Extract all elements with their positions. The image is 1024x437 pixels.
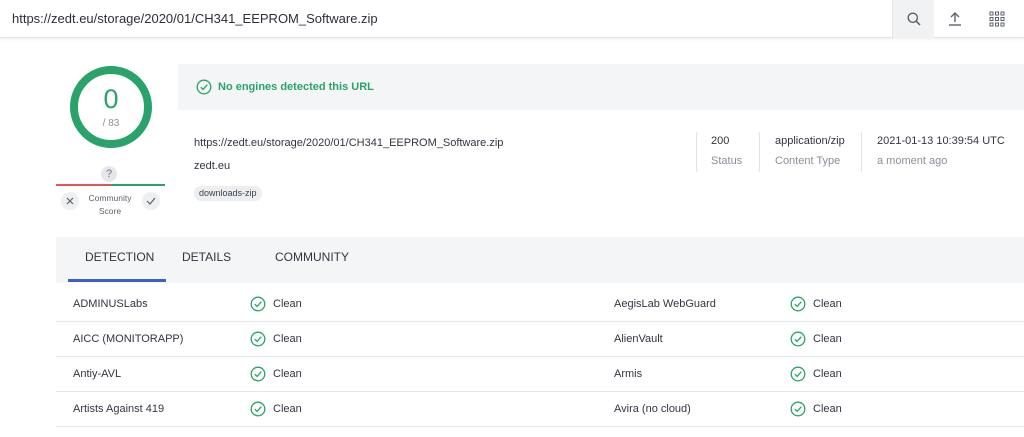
detection-summary-text: No engines detected this URL [218,81,374,93]
engine-name: AlienVault [614,333,663,345]
tag-badge[interactable]: downloads-zip [194,186,262,201]
close-icon [66,197,74,205]
meta-divider [759,132,760,172]
status-label: Status [711,155,743,167]
engine-name: Armis [614,368,643,380]
scan-date-value: 2021-01-13 10:39:54 UTC [877,135,1005,147]
content-type-value: application/zip [775,135,845,147]
upload-icon [949,12,961,26]
detection-score-panel: 0 / 83 ? Community Score [56,58,168,218]
meta-divider [696,132,697,172]
engine-result: Clean [273,368,302,380]
status-value: 200 [711,135,730,147]
check-circle-icon [790,366,806,382]
url-search-input[interactable]: https://zedt.eu/storage/2020/01/CH341_EE… [12,11,378,26]
community-negative-bar [56,184,111,186]
engine-name: AICC (MONITORAPP) [73,333,184,345]
engine-result: Clean [273,333,302,345]
check-circle-icon [196,79,212,95]
vote-malicious-button[interactable] [61,192,79,210]
engines-total: / 83 [102,118,120,129]
search-icon [907,12,921,26]
community-label-line1: Community [88,193,132,203]
check-circle-icon [250,296,266,312]
engine-result: Clean [813,403,842,415]
apps-menu-button[interactable] [976,0,1018,38]
check-circle-icon [790,401,806,417]
report-tabs: DETECTION DETAILS COMMUNITY [56,237,1024,283]
community-label-line2: Score [98,206,122,216]
tab-community[interactable]: COMMUNITY [275,250,349,264]
engine-result: Clean [813,368,842,380]
community-positive-bar [111,184,165,186]
top-search-bar: https://zedt.eu/storage/2020/01/CH341_EE… [0,0,1024,38]
check-circle-icon [250,366,266,382]
engine-name: ADMINUSLabs [73,298,148,310]
check-circle-icon [250,401,266,417]
check-circle-icon [250,331,266,347]
table-row: ADMINUSLabs Clean AegisLab WebGuard Clea… [56,287,1024,322]
table-row: Artists Against 419 Clean Avira (no clou… [56,392,1024,427]
engine-name: Antiy-AVL [73,368,122,380]
meta-divider [861,132,862,172]
upload-button[interactable] [934,0,976,38]
engine-result: Clean [273,298,302,310]
active-tab-indicator [68,279,166,282]
domain-link[interactable]: zedt.eu [194,160,230,172]
table-row: AICC (MONITORAPP) Clean AlienVault Clean [56,322,1024,357]
vote-harmless-button[interactable] [142,192,160,210]
apps-grid-icon [989,11,1005,27]
community-score-label: Community Score [84,192,136,218]
engine-name: Artists Against 419 [73,403,165,415]
table-row: Antiy-AVL Clean Armis Clean [56,357,1024,392]
tab-detection[interactable]: DETECTION [85,250,154,264]
content-type-label: Content Type [775,155,841,167]
detection-count: 0 [103,84,119,114]
check-circle-icon [790,296,806,312]
community-score-help-icon[interactable]: ? [101,166,117,182]
engine-name: AegisLab WebGuard [614,298,716,310]
scanned-url: https://zedt.eu/storage/2020/01/CH341_EE… [194,137,504,149]
engine-name: Avira (no cloud) [614,403,691,415]
engine-result: Clean [813,333,842,345]
check-circle-icon [790,331,806,347]
search-button[interactable] [892,0,934,38]
tab-details[interactable]: DETAILS [182,250,231,264]
engine-result: Clean [813,298,842,310]
detection-summary-banner: No engines detected this URL [178,64,1024,110]
scan-date-relative: a moment ago [877,155,948,167]
checkmark-icon [146,197,156,205]
engine-result: Clean [273,403,302,415]
